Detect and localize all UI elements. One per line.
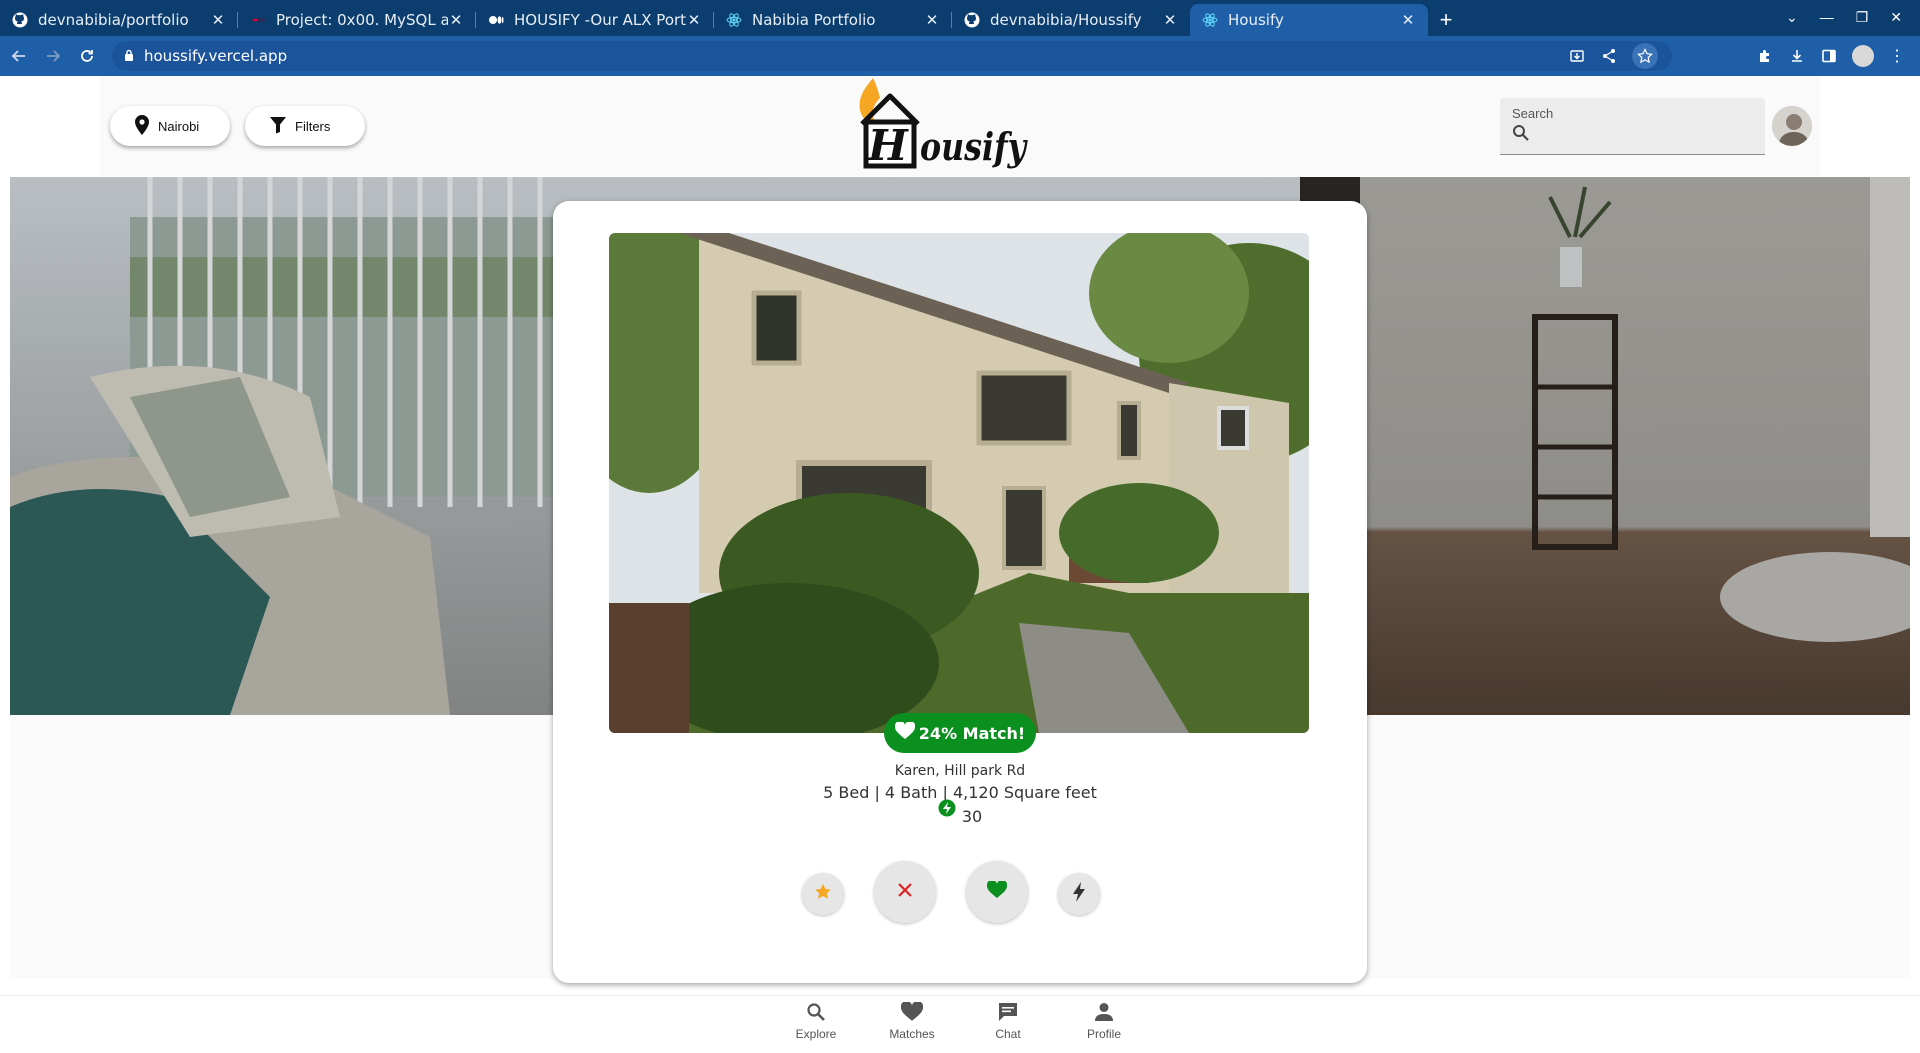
- superlike-button[interactable]: [802, 873, 844, 915]
- chat-icon: [998, 1002, 1018, 1025]
- lightning-icon: [1072, 881, 1086, 907]
- close-icon[interactable]: ✕: [686, 11, 702, 29]
- url-field[interactable]: houssify.vercel.app: [112, 41, 1672, 71]
- app-header: Nairobi Filters H ousify Search: [100, 76, 1820, 176]
- close-icon: [897, 882, 913, 903]
- medium-icon: [488, 12, 504, 28]
- heart-icon: [900, 1000, 924, 1025]
- close-icon[interactable]: ✕: [924, 11, 940, 29]
- score-value: 30: [961, 806, 983, 826]
- new-tab-button[interactable]: +: [1428, 4, 1464, 36]
- housify-app: Nairobi Filters H ousify Search 24% Matc…: [0, 76, 1920, 1053]
- search-field[interactable]: Search: [1500, 98, 1765, 155]
- tab-title: Housify: [1228, 11, 1284, 29]
- react-icon: [1202, 12, 1218, 28]
- heart-icon: [986, 879, 1008, 904]
- search-icon: [1512, 124, 1530, 147]
- listing-card[interactable]: 24% Match! Karen, Hill park Rd 5 Bed | 4…: [553, 201, 1367, 983]
- forward-icon[interactable]: [38, 41, 68, 71]
- heart-icon: [894, 720, 915, 744]
- tab-title: devnabibia/Houssify: [990, 11, 1142, 29]
- browser-tab-medium[interactable]: HOUSIFY -Our ALX Portfo ✕: [476, 4, 714, 36]
- bookmark-star-icon[interactable]: [1632, 43, 1658, 69]
- listing-specs: 5 Bed | 4 Bath | 4,120 Square feet: [823, 783, 1097, 802]
- tab-search-icon[interactable]: ⌄: [1786, 9, 1798, 26]
- svg-text:H: H: [867, 121, 909, 170]
- browser-tab-housify[interactable]: Housify ✕: [1190, 4, 1428, 36]
- tab-title: devnabibia/portfolio: [38, 11, 189, 29]
- bolt-badge-icon: [938, 799, 956, 821]
- nav-profile[interactable]: Profile: [1069, 1002, 1139, 1041]
- tab-title: Nabibia Portfolio: [752, 11, 876, 29]
- location-pin-icon: [134, 114, 150, 138]
- nav-explore[interactable]: Explore: [781, 1002, 851, 1041]
- install-app-icon[interactable]: [1568, 47, 1586, 65]
- nav-explore-label: Explore: [795, 1027, 837, 1041]
- reject-button[interactable]: [874, 861, 936, 923]
- close-window-icon[interactable]: ✕: [1890, 9, 1902, 26]
- search-input[interactable]: [1540, 126, 1750, 148]
- nav-chat[interactable]: Chat: [973, 1002, 1043, 1041]
- tab-title: Project: 0x00. MySQL adv: [276, 11, 448, 29]
- alx-icon: [250, 12, 266, 28]
- filters-label: Filters: [295, 118, 331, 134]
- profile-avatar-icon[interactable]: [1852, 45, 1874, 67]
- restore-icon[interactable]: ❐: [1856, 9, 1869, 26]
- search-label: Search: [1512, 106, 1554, 121]
- address-bar: houssify.vercel.app ⋮: [0, 36, 1920, 76]
- browser-tab-nabibia[interactable]: Nabibia Portfolio ✕: [714, 4, 952, 36]
- close-icon[interactable]: ✕: [210, 11, 226, 29]
- downloads-icon[interactable]: [1788, 47, 1806, 65]
- github-icon: [964, 12, 980, 28]
- listing-location: Karen, Hill park Rd: [894, 763, 1026, 779]
- tab-title: HOUSIFY -Our ALX Portfo: [514, 11, 686, 29]
- nav-profile-label: Profile: [1086, 1027, 1121, 1041]
- browser-tab-strip: devnabibia/portfolio ✕ Project: 0x00. My…: [0, 0, 1920, 36]
- filters-button[interactable]: Filters: [245, 106, 365, 146]
- boost-button[interactable]: [1058, 873, 1100, 915]
- back-icon[interactable]: [4, 41, 34, 71]
- star-icon: [814, 883, 832, 906]
- window-controls: ⌄ — ❐ ✕: [1786, 0, 1920, 34]
- react-icon: [726, 12, 742, 28]
- listing-score: 30: [553, 799, 1367, 827]
- like-button[interactable]: [966, 861, 1028, 923]
- match-label: 24% Match!: [918, 723, 1026, 743]
- match-badge: 24% Match!: [884, 713, 1036, 753]
- housify-logo[interactable]: H ousify: [840, 76, 1040, 176]
- search-icon: [806, 1002, 826, 1025]
- close-icon[interactable]: ✕: [448, 11, 464, 29]
- user-avatar[interactable]: [1772, 106, 1812, 146]
- listing-actions: [553, 861, 1367, 925]
- close-icon[interactable]: ✕: [1162, 11, 1178, 29]
- nav-matches-label: Matches: [889, 1027, 935, 1041]
- share-icon[interactable]: [1600, 47, 1618, 65]
- browser-tab-portfolio[interactable]: devnabibia/portfolio ✕: [0, 4, 238, 36]
- extensions-icon[interactable]: [1756, 47, 1774, 65]
- location-label: Nairobi: [158, 118, 200, 134]
- browser-tab-mysql[interactable]: Project: 0x00. MySQL adv ✕: [238, 4, 476, 36]
- close-icon[interactable]: ✕: [1400, 11, 1416, 29]
- url-text: houssify.vercel.app: [144, 47, 288, 65]
- kebab-menu-icon[interactable]: ⋮: [1888, 47, 1906, 65]
- person-icon: [1094, 1002, 1114, 1025]
- bottom-navigation: Explore Matches Chat Profile: [0, 995, 1920, 1053]
- listing-photo[interactable]: [609, 233, 1309, 733]
- side-panel-icon[interactable]: [1820, 47, 1838, 65]
- browser-tab-houssify-repo[interactable]: devnabibia/Houssify ✕: [952, 4, 1190, 36]
- lock-icon: [124, 47, 134, 65]
- minimize-icon[interactable]: —: [1820, 9, 1834, 25]
- location-button[interactable]: Nairobi: [110, 106, 230, 146]
- filter-icon: [269, 116, 287, 137]
- github-icon: [12, 12, 28, 28]
- svg-text:ousify: ousify: [920, 124, 1028, 169]
- reload-icon[interactable]: [72, 41, 102, 71]
- nav-matches[interactable]: Matches: [877, 1000, 947, 1041]
- nav-chat-label: Chat: [995, 1027, 1021, 1041]
